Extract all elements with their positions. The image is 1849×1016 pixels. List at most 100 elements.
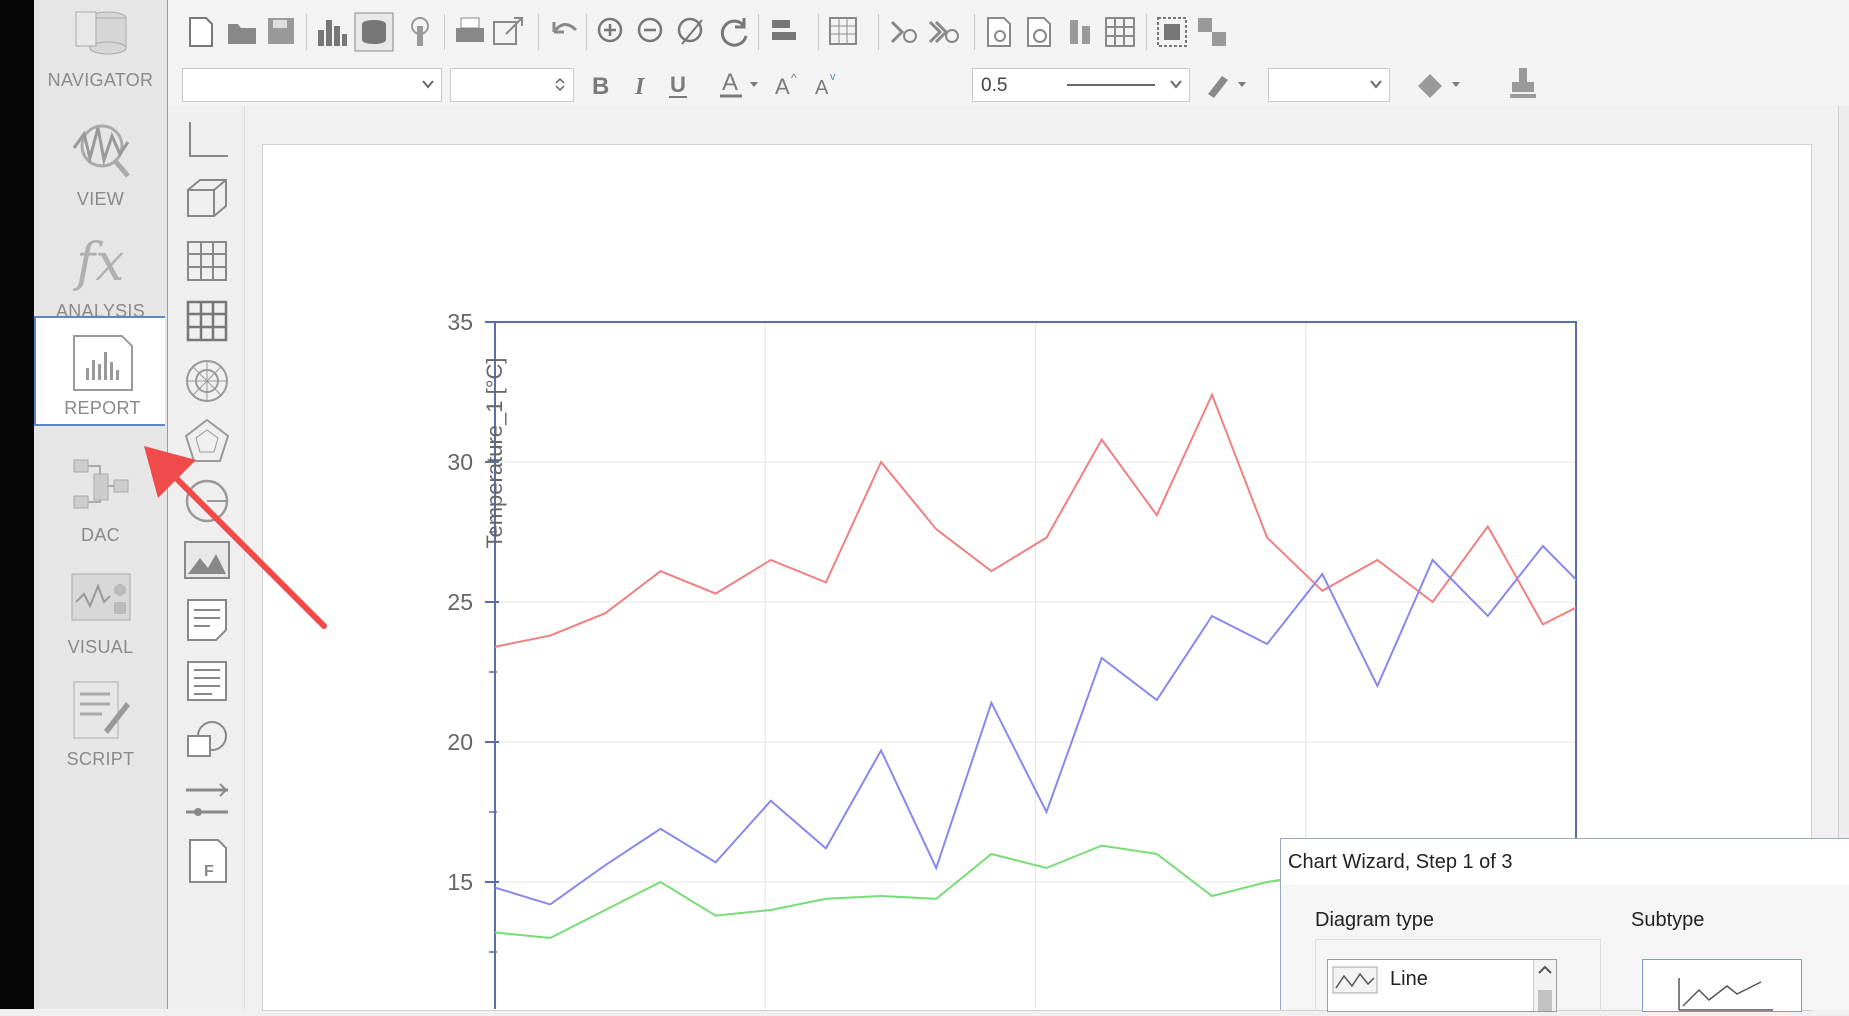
italic-icon[interactable]: I	[626, 70, 656, 100]
svg-text:I: I	[634, 74, 646, 100]
dac-block-diagram-icon	[73, 459, 129, 509]
3d-axis-icon[interactable]	[182, 176, 232, 226]
zoom-out-icon[interactable]	[634, 14, 670, 50]
page-info-icon[interactable]	[1022, 14, 1058, 50]
font-size-stepper[interactable]	[450, 68, 574, 102]
separator	[758, 14, 759, 50]
line-width-value: 0.5	[981, 75, 1008, 96]
view-waveform-icon	[72, 124, 130, 178]
series-line-3[interactable]	[495, 844, 1323, 940]
sidebar-item-label: SCRIPT	[66, 749, 135, 769]
sidebar-item-label: REPORT	[64, 398, 141, 418]
line-width-select[interactable]: 0.5	[972, 68, 1190, 102]
list-scrollbar[interactable]	[1533, 960, 1556, 1011]
chart-wizard-dialog[interactable]: Chart Wizard, Step 1 of 3 Diagram type S…	[1280, 838, 1849, 1012]
svg-text:U: U	[670, 72, 686, 97]
diagram-type-list[interactable]: Line	[1327, 959, 1557, 1012]
chevron-up-icon[interactable]	[1534, 960, 1556, 980]
sliders-icon[interactable]	[182, 776, 232, 826]
svg-text:A: A	[722, 69, 738, 96]
export-icon[interactable]	[490, 14, 526, 50]
zoom-in-icon[interactable]	[594, 14, 630, 50]
bar-chart-icon[interactable]	[314, 14, 350, 50]
layer-icon[interactable]	[1062, 14, 1098, 50]
list-item-line[interactable]: Line	[1328, 960, 1532, 1000]
svg-text:B: B	[592, 73, 609, 100]
field-icon[interactable]: F	[182, 836, 232, 886]
subtype-preview[interactable]	[1642, 959, 1802, 1012]
text-list-icon[interactable]	[182, 656, 232, 706]
color-value-select[interactable]	[1268, 68, 1390, 102]
underline-icon[interactable]: U	[664, 70, 694, 100]
ungroup-icon[interactable]	[1194, 14, 1230, 50]
visual-panel-icon	[71, 573, 131, 621]
page-settings-icon[interactable]	[982, 14, 1018, 50]
line-style-preview	[1067, 84, 1155, 86]
format-toolbar: B I U A A ^ Av 0.5	[168, 62, 1849, 107]
separator	[538, 14, 539, 50]
print-icon[interactable]	[452, 14, 488, 50]
chevron-down-icon	[422, 80, 434, 89]
font-grow-icon[interactable]: A ^	[772, 70, 802, 100]
separator	[1146, 14, 1147, 50]
table-layout-icon[interactable]	[826, 14, 862, 50]
bold-icon[interactable]: B	[586, 70, 616, 100]
pen-color-icon[interactable]	[1202, 68, 1252, 102]
refresh-icon[interactable]	[716, 14, 752, 50]
list-item-label: Line	[1390, 968, 1428, 990]
sidebar-item-navigator[interactable]: NAVIGATOR	[34, 0, 167, 130]
undo-icon[interactable]	[546, 14, 582, 50]
zoom-fit-icon[interactable]	[674, 14, 710, 50]
table-grid-icon[interactable]	[182, 296, 232, 346]
window-edge	[0, 0, 34, 1009]
font-name-select[interactable]	[182, 68, 442, 102]
series-line-1[interactable]	[495, 392, 1598, 648]
separator	[586, 14, 587, 50]
chevron-down-icon	[1370, 80, 1382, 89]
svg-text:v: v	[830, 71, 836, 83]
chevron-down-icon	[1170, 80, 1182, 89]
sidebar-item-script[interactable]: SCRIPT	[34, 672, 167, 802]
grid-icon[interactable]	[1102, 14, 1138, 50]
align-icon[interactable]	[766, 14, 802, 50]
report-chart-icon	[73, 335, 133, 391]
dialog-title: Chart Wizard, Step 1 of 3	[1281, 839, 1849, 885]
y-tick-label: 15	[447, 869, 473, 895]
font-shrink-icon[interactable]: Av	[812, 70, 842, 100]
svg-text:A: A	[775, 74, 790, 99]
new-document-icon[interactable]	[182, 14, 218, 50]
svg-text:F: F	[204, 863, 214, 880]
y-tick-label: 35	[447, 309, 473, 335]
data-table-icon[interactable]	[354, 12, 394, 52]
group-icon[interactable]	[1154, 14, 1190, 50]
y-tick-label: 30	[447, 449, 473, 475]
separator	[974, 14, 975, 50]
script-edit-icon	[73, 681, 130, 739]
save-icon[interactable]	[264, 14, 300, 50]
polar-plot-icon[interactable]	[182, 356, 232, 406]
touch-icon[interactable]	[402, 14, 438, 50]
annotation-arrow	[144, 446, 327, 629]
font-color-icon[interactable]: A	[716, 68, 762, 102]
stamp-icon[interactable]	[1508, 66, 1538, 102]
run-all-icon[interactable]	[926, 14, 962, 50]
sidebar-item-label: VISUAL	[67, 637, 134, 657]
separator	[306, 14, 307, 50]
y-axis-label: Temperature_1 [°C]	[482, 357, 507, 549]
table-icon[interactable]	[182, 236, 232, 286]
scroll-thumb[interactable]	[1538, 990, 1552, 1011]
run-icon[interactable]	[886, 14, 922, 50]
sidebar-item-view[interactable]: VIEW	[34, 112, 167, 242]
y-tick-label: 20	[447, 729, 473, 755]
stepper-arrows-icon	[555, 77, 565, 91]
fill-bucket-icon[interactable]	[1412, 68, 1466, 102]
sidebar-item-label: VIEW	[76, 189, 125, 209]
shapes-icon[interactable]	[182, 716, 232, 766]
separator	[878, 14, 879, 50]
navigator-database-icon	[75, 11, 127, 55]
sidebar-item-report[interactable]: REPORT	[34, 316, 165, 426]
open-folder-icon[interactable]	[224, 14, 260, 50]
axis-system-icon[interactable]	[182, 116, 232, 166]
analysis-fx-icon: fx	[72, 233, 125, 293]
svg-text:fx: fx	[72, 233, 125, 293]
